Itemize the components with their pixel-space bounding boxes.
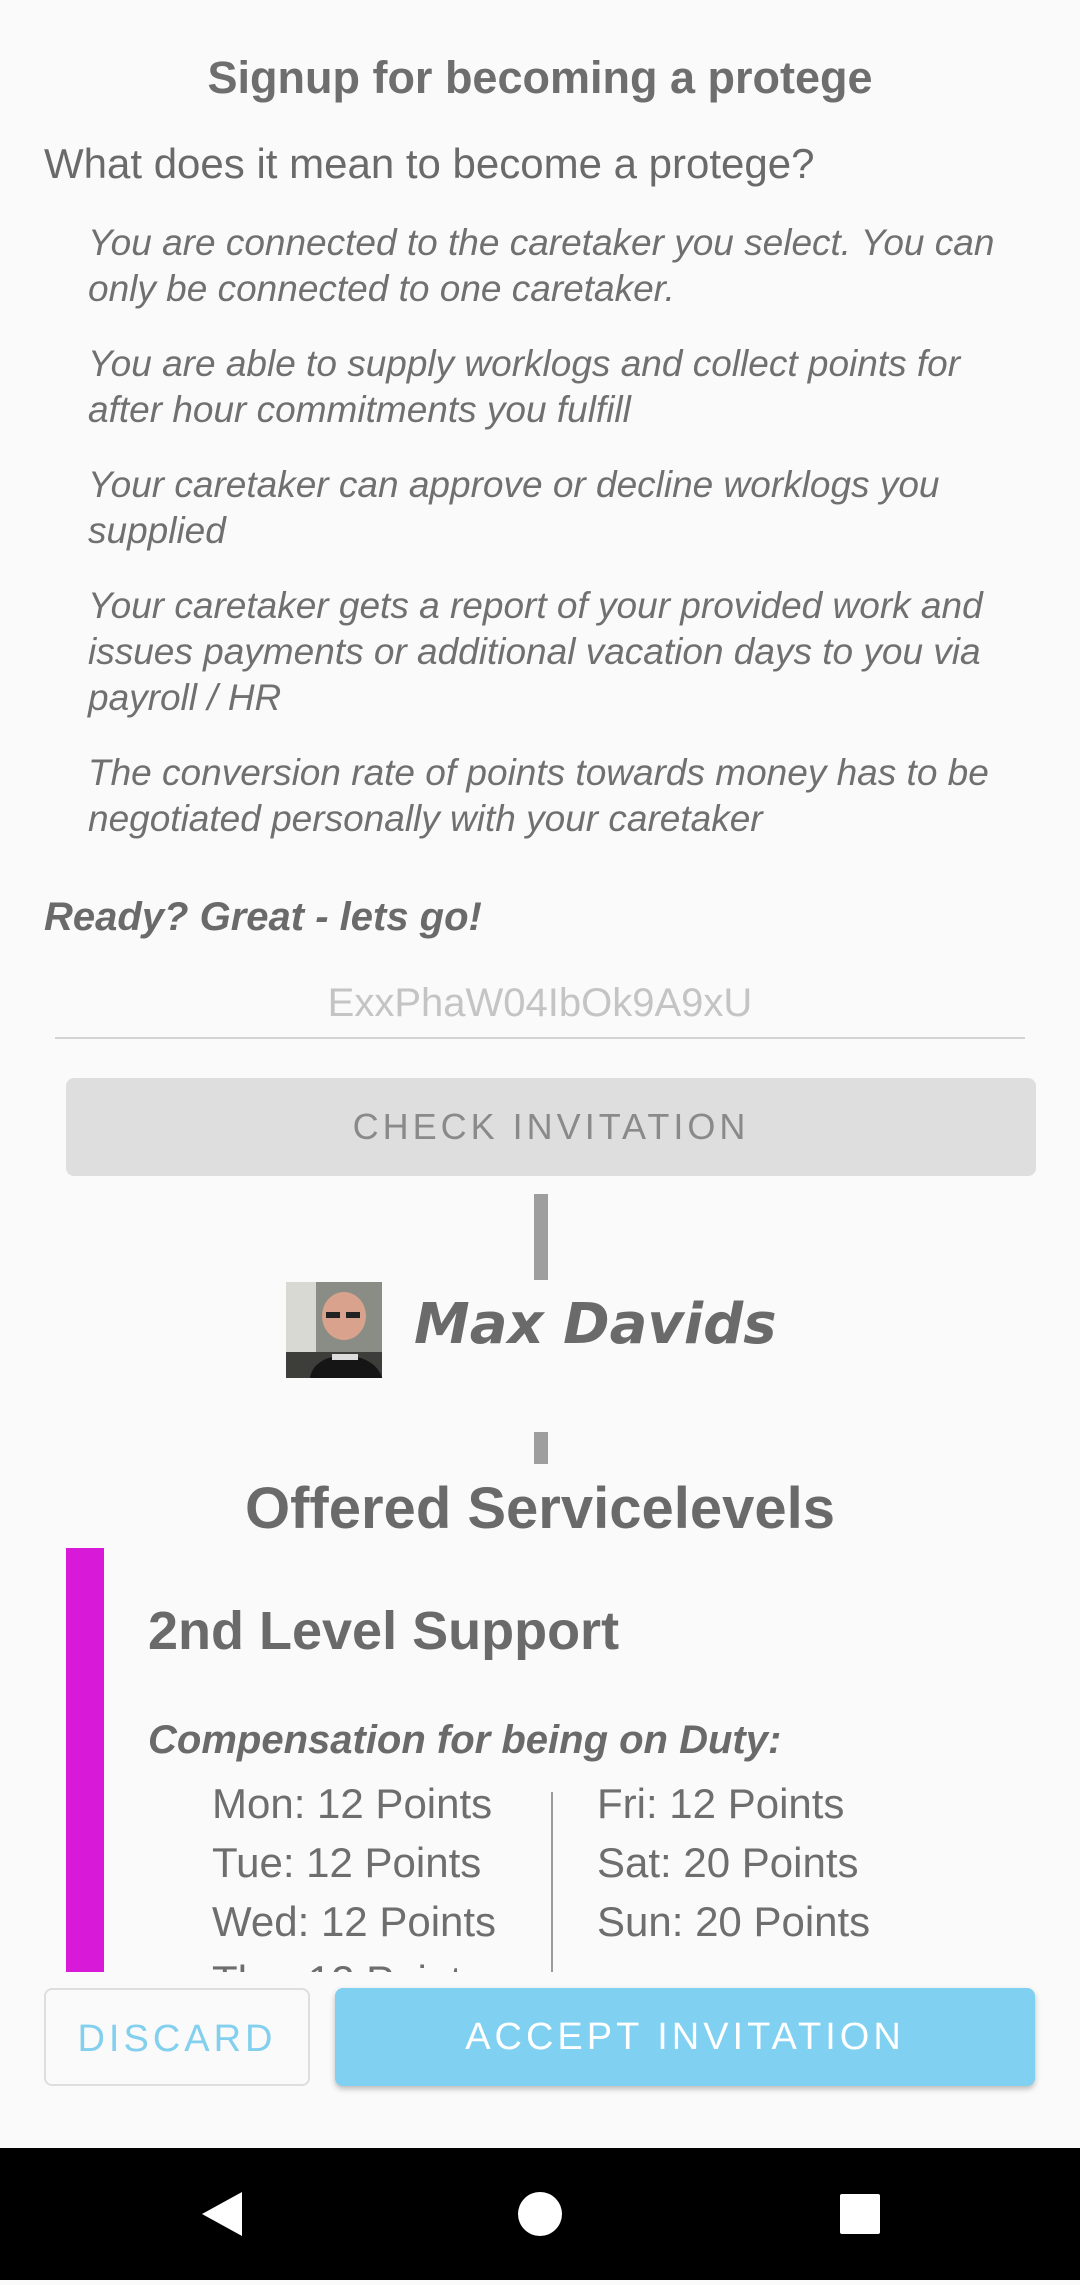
days-column-left: Mon: 12 Points Tue: 12 Points Wed: 12 Po… (212, 1774, 496, 1972)
info-bullet: You are connected to the caretaker you s… (88, 222, 995, 309)
connector-line (534, 1432, 548, 1464)
info-bullet: The conversion rate of points towards mo… (88, 752, 989, 839)
day-points: Thu: 12 Points (212, 1951, 496, 1972)
servicelevel-name: 2nd Level Support (148, 1601, 620, 1661)
avatar-photo (286, 1282, 382, 1378)
system-nav-bar (0, 2148, 1080, 2280)
day-points: Sun: 20 Points (597, 1898, 871, 1945)
recents-icon[interactable] (794, 2148, 926, 2280)
day-points: Tue: 12 Points (212, 1839, 482, 1886)
info-question: What does it mean to become a protege? (44, 140, 815, 187)
days-column-right: Fri: 12 Points Sat: 20 Points Sun: 20 Po… (597, 1774, 870, 1951)
check-invitation-button[interactable]: CHECK INVITATION (66, 1078, 1036, 1176)
day-points: Sat: 20 Points (597, 1839, 859, 1886)
home-icon[interactable] (474, 2148, 606, 2280)
info-bullets: You are connected to the caretaker you s… (88, 220, 1028, 871)
accept-invitation-button[interactable]: ACCEPT INVITATION (335, 1988, 1035, 2086)
invitation-code-field[interactable]: ExxPhaW04IbOk9A9xU (55, 975, 1025, 1039)
info-bullet: You are able to supply worklogs and coll… (88, 343, 961, 430)
discard-button[interactable]: DISCARD (44, 1988, 310, 2086)
caretaker-name: Max Davids (414, 1292, 777, 1357)
connector-line (534, 1194, 548, 1280)
days-divider (551, 1792, 553, 1972)
day-points: Mon: 12 Points (212, 1780, 493, 1827)
page-title: Signup for becoming a protege (207, 52, 873, 103)
info-bullet: Your caretaker gets a report of your pro… (88, 585, 983, 718)
back-icon[interactable] (158, 2148, 290, 2280)
info-bullet: Your caretaker can approve or decline wo… (88, 464, 940, 551)
servicelevel-color-bar (66, 1548, 104, 1972)
servicelevels-heading: Offered Servicelevels (244, 1476, 836, 1541)
compensation-label: Compensation for being on Duty: (148, 1718, 782, 1762)
caretaker-avatar (286, 1282, 382, 1378)
ready-label: Ready? Great - lets go! (44, 895, 482, 939)
day-points: Fri: 12 Points (597, 1780, 845, 1827)
day-points: Wed: 12 Points (212, 1898, 497, 1945)
scroll-content[interactable]: Signup for becoming a protege What does … (0, 0, 1080, 1972)
